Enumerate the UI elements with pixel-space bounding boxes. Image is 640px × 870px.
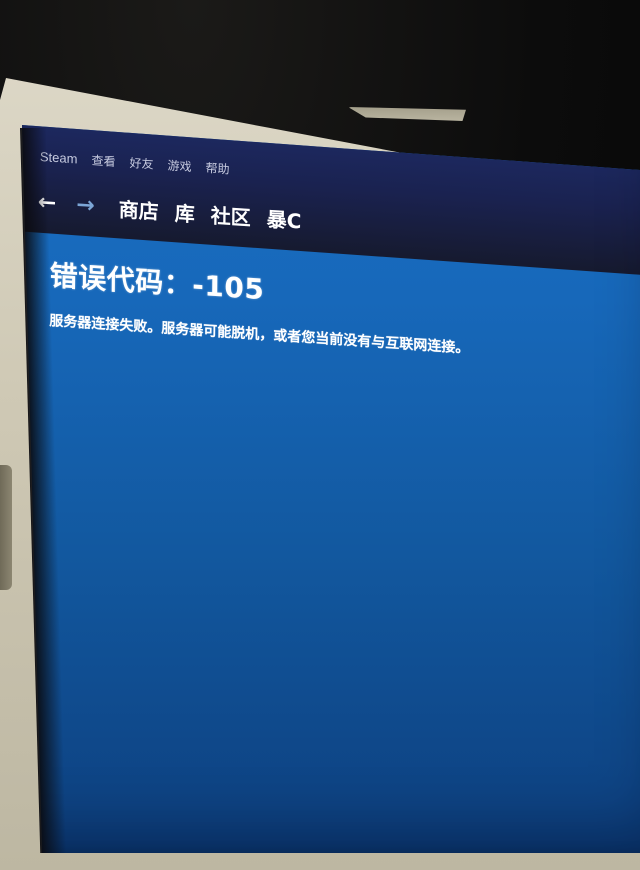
- menu-item-view[interactable]: 查看: [91, 151, 115, 170]
- error-panel: 错误代码：-105 服务器连接失败。服务器可能脱机，或者您当前没有与互联网连接。: [49, 254, 640, 370]
- menu-item-friends[interactable]: 好友: [129, 154, 153, 173]
- tab-username[interactable]: 暴C: [267, 203, 302, 234]
- menu-item-games[interactable]: 游戏: [167, 156, 191, 175]
- forward-arrow-icon[interactable]: →: [76, 192, 95, 218]
- monitor-side-button: [0, 465, 12, 590]
- menu-item-help[interactable]: 帮助: [205, 159, 229, 178]
- tab-community[interactable]: 社区: [211, 199, 251, 231]
- tab-library[interactable]: 库: [175, 197, 195, 227]
- tab-store[interactable]: 商店: [119, 193, 159, 225]
